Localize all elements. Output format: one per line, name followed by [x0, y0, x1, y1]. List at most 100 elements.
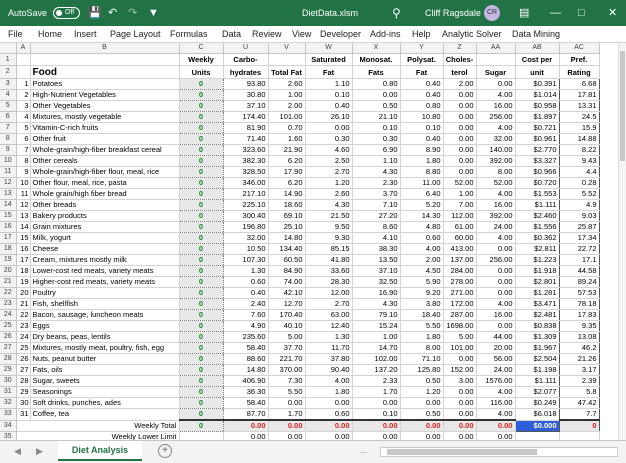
carbs-cell[interactable]: 406.90: [223, 375, 269, 387]
sugar-header[interactable]: Sugar: [476, 65, 516, 79]
sugar-cell[interactable]: 0.00: [476, 287, 516, 299]
sat-fat-cell[interactable]: 21.50: [305, 210, 353, 222]
total-fat-cell[interactable]: 0.70: [268, 122, 306, 134]
cost-per-unit-cell[interactable]: $1.198: [514, 364, 560, 376]
food-name-cell[interactable]: Nuts, peanut butter: [30, 353, 180, 365]
row-header[interactable]: 14: [0, 199, 17, 211]
row-header[interactable]: 18: [0, 243, 17, 255]
poly-fat-cell[interactable]: 5.90: [400, 276, 444, 288]
cell[interactable]: [515, 431, 560, 440]
food-index-cell[interactable]: 14: [16, 221, 31, 233]
total-carbs-cell[interactable]: 0.00: [223, 419, 269, 432]
monofat-header[interactable]: Fats: [352, 65, 401, 79]
cholesterol-cell[interactable]: 5.00: [443, 331, 477, 343]
sugar-cell[interactable]: 4.00: [476, 408, 516, 421]
row-header[interactable]: 35: [0, 431, 17, 440]
user-name[interactable]: Cliff Ragsdale: [425, 0, 481, 26]
food-name-cell[interactable]: Mixtures, mostly vegetable: [30, 111, 180, 123]
cholesterol-cell[interactable]: 61.00: [443, 221, 477, 233]
food-name-cell[interactable]: Whole-grain/high-fiber flour, meal, rice: [30, 166, 180, 178]
cholesterol-cell[interactable]: 60.00: [443, 232, 477, 244]
menu-page-layout[interactable]: Page Layout: [110, 26, 161, 43]
food-name-cell[interactable]: Whole grain/high fiber bread: [30, 188, 180, 200]
cost-per-unit-cell[interactable]: $1.967: [514, 342, 560, 354]
row-header[interactable]: 2: [0, 65, 17, 79]
poly-fat-cell[interactable]: 0.80: [400, 100, 444, 112]
limit-carbs-cell[interactable]: 0.00: [223, 431, 269, 440]
poly-fat-cell[interactable]: 4.00: [400, 243, 444, 255]
column-header[interactable]: C: [179, 43, 224, 54]
total-fat-cell[interactable]: 17.90: [268, 166, 306, 178]
pref-rating-cell[interactable]: 5.52: [559, 188, 600, 200]
autosave-toggle[interactable]: Off: [53, 7, 80, 19]
food-index-cell[interactable]: 1: [16, 78, 31, 90]
carbs-cell[interactable]: 225.10: [223, 199, 269, 211]
sugar-cell[interactable]: 4.00: [476, 89, 516, 101]
limit-poly-fat-cell[interactable]: 0.00: [400, 431, 444, 440]
cost-per-unit-cell[interactable]: $6.018: [514, 408, 560, 421]
carbs-cell[interactable]: 58.40: [223, 397, 269, 409]
cholesterol-cell[interactable]: 413.00: [443, 243, 477, 255]
food-name-cell[interactable]: Other fruit: [30, 133, 180, 145]
carbs-header-top[interactable]: Carbo-: [223, 53, 269, 66]
cost-per-unit-cell[interactable]: $1.281: [514, 287, 560, 299]
sugar-cell[interactable]: 32.00: [476, 133, 516, 145]
limit-total-fat-cell[interactable]: 0.00: [268, 431, 306, 440]
maximize-icon[interactable]: □: [578, 0, 585, 26]
row-header[interactable]: 20: [0, 265, 17, 277]
weekly-total-label[interactable]: Weekly Total: [16, 420, 180, 432]
weekly-units-cell[interactable]: 0: [178, 89, 224, 101]
total-fat-cell[interactable]: 25.10: [268, 221, 306, 233]
food-index-cell[interactable]: 5: [16, 122, 31, 134]
poly-fat-cell[interactable]: 0.40: [400, 89, 444, 101]
weekly-units-cell[interactable]: 0: [178, 364, 224, 376]
carbs-cell[interactable]: 346.00: [223, 177, 269, 189]
weekly-units-cell[interactable]: 0: [178, 232, 224, 244]
limit-mono-fat-cell[interactable]: 0.00: [352, 431, 401, 440]
poly-fat-cell[interactable]: 8.00: [400, 342, 444, 354]
pref-rating-cell[interactable]: 17.81: [559, 89, 600, 101]
sugar-cell[interactable]: 24.00: [476, 221, 516, 233]
carbs-cell[interactable]: 217.10: [223, 188, 269, 200]
poly-fat-cell[interactable]: 1.20: [400, 386, 444, 398]
row-header[interactable]: 5: [0, 100, 17, 112]
pref-rating-cell[interactable]: 7.7: [559, 408, 600, 421]
cost-per-unit-cell[interactable]: $0.958: [514, 100, 560, 112]
cost-per-unit-cell[interactable]: $1.553: [514, 188, 560, 200]
sat-fat-cell[interactable]: 11.70: [305, 342, 353, 354]
pref-rating-cell[interactable]: 22.72: [559, 243, 600, 255]
weekly-units-cell[interactable]: 0: [178, 254, 224, 266]
carbs-cell[interactable]: 36.30: [223, 386, 269, 398]
cost-per-unit-cell[interactable]: $0.249: [514, 397, 560, 409]
document-title[interactable]: DietData.xlsm: [302, 0, 358, 26]
pref-rating-cell[interactable]: 46.2: [559, 342, 600, 354]
pref-rating-cell[interactable]: 9.03: [559, 210, 600, 222]
food-name-cell[interactable]: Bakery products: [30, 210, 180, 222]
pref-rating-cell[interactable]: 9.43: [559, 155, 600, 167]
cholesterol-cell[interactable]: 271.00: [443, 287, 477, 299]
weekly-units-cell[interactable]: 0: [178, 221, 224, 233]
ribbon-display-options-icon[interactable]: ▤: [519, 0, 529, 26]
cell[interactable]: [16, 65, 31, 79]
pref-rating-cell[interactable]: 13.08: [559, 331, 600, 343]
sat-fat-cell[interactable]: 0.00: [305, 122, 353, 134]
row-header[interactable]: 30: [0, 375, 17, 387]
pref-rating-cell[interactable]: 8.22: [559, 144, 600, 156]
cholesterol-cell[interactable]: 0.00: [443, 386, 477, 398]
mono-fat-cell[interactable]: 102.00: [352, 353, 401, 365]
sugar-cell[interactable]: 256.00: [476, 254, 516, 266]
sugar-cell[interactable]: 392.00: [476, 210, 516, 222]
poly-fat-cell[interactable]: 71.10: [400, 353, 444, 365]
limit-label[interactable]: Weekly Lower Limit: [16, 431, 180, 440]
sugar-cell[interactable]: 44.00: [476, 331, 516, 343]
mono-fat-cell[interactable]: 4.10: [352, 232, 401, 244]
mono-fat-cell[interactable]: 0.00: [352, 397, 401, 409]
food-name-cell[interactable]: Bacon, sausage, luncheon meats: [30, 309, 180, 321]
cost-per-unit-cell[interactable]: $2.801: [514, 276, 560, 288]
food-name-cell[interactable]: Cream, mixtures mostly milk: [30, 254, 180, 266]
sat-fat-cell[interactable]: 85.15: [305, 243, 353, 255]
cost-per-unit-cell[interactable]: $2.504: [514, 353, 560, 365]
mono-fat-cell[interactable]: 2.33: [352, 375, 401, 387]
row-header[interactable]: 32: [0, 397, 17, 409]
total-fat-cell[interactable]: 370.00: [268, 364, 306, 376]
